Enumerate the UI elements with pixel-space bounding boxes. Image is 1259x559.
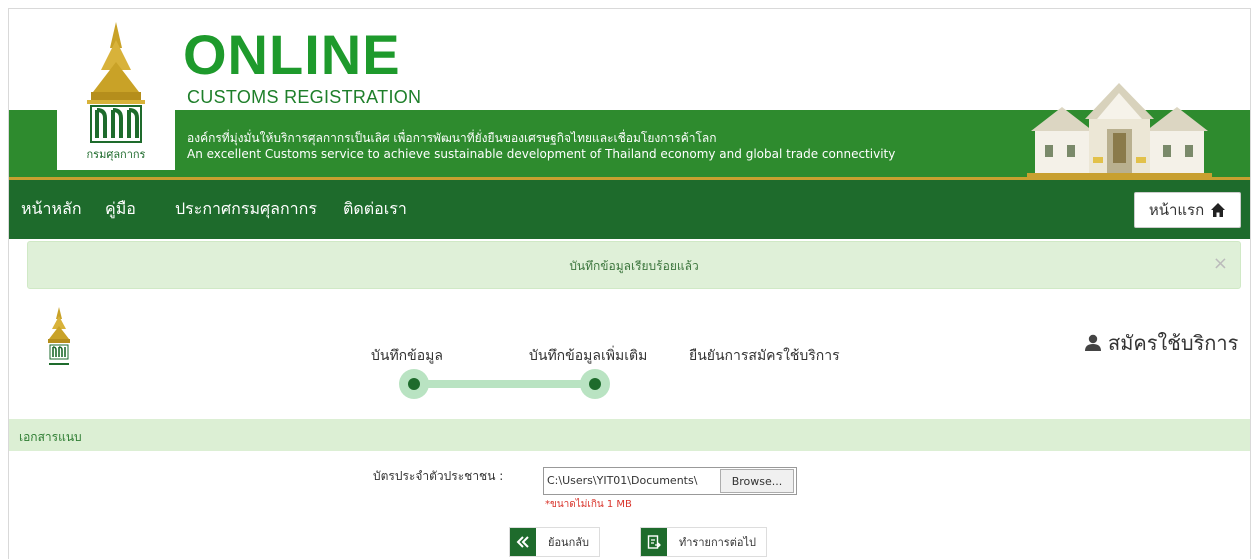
file-path-value: C:\Users\YIT01\Documents\ [547,474,698,487]
home-icon [1211,203,1226,217]
user-icon [1085,334,1101,351]
register-title: สมัครใช้บริการ [1084,327,1238,359]
step-dot-1 [399,369,429,399]
logo-caption: กรมศุลกากร [87,148,146,161]
customs-small-logo [43,307,75,369]
browse-button[interactable]: Browse... [720,469,794,493]
brand-subtitle: CUSTOMS REGISTRATION [187,87,422,107]
success-alert: บันทึกข้อมูลเรียบร้อยแล้ว × [27,241,1241,289]
nav-home[interactable]: หน้าหลัก [21,197,82,222]
next-label: ทำรายการต่อไป [679,536,756,549]
first-page-label: หน้าแรก [1148,201,1205,219]
step-save-data: บันทึกข้อมูล [371,348,443,364]
alert-message: บันทึกข้อมูลเรียบร้อยแล้ว [569,259,699,273]
id-card-label: บัตรประจำตัวประชาชน : [373,469,504,483]
back-button[interactable]: ย้อนกลับ [509,527,600,557]
nav-announcements[interactable]: ประกาศกรมศุลกากร [175,197,317,222]
step-progress-track [415,380,601,388]
step-dot-2 [580,369,610,399]
register-title-text: สมัครใช้บริการ [1108,331,1239,355]
customs-building-image [1027,77,1212,177]
id-card-file-input[interactable]: C:\Users\YIT01\Documents\ Browse... [543,467,797,495]
first-page-button[interactable]: หน้าแรก [1134,192,1241,228]
main-navbar: หน้าหลัก คู่มือ ประกาศกรมศุลกากร ติดต่อเ… [9,177,1250,239]
back-label: ย้อนกลับ [548,536,589,549]
page-frame: กรมศุลกากร ONLINE CUSTOMS REGISTRATION อ… [8,8,1251,559]
tagline-thai: องค์กรที่มุ่งมั่นให้บริการศุลกากรเป็นเลิ… [187,131,717,145]
nav-contact[interactable]: ติดต่อเรา [343,197,407,222]
attachments-section-header: เอกสารแนบ [9,419,1250,451]
file-size-note: *ขนาดไม่เกิน 1 MB [545,499,632,510]
step-save-more-data: บันทึกข้อมูลเพิ่มเติม [529,348,648,364]
double-chevron-left-icon [510,528,536,556]
site-header: กรมศุลกากร ONLINE CUSTOMS REGISTRATION อ… [9,9,1250,177]
nav-manual[interactable]: คู่มือ [105,197,136,222]
close-icon[interactable]: × [1213,254,1228,274]
customs-logo: กรมศุลกากร [57,18,175,170]
step-confirm: ยืนยันการสมัครใช้บริการ [689,348,840,364]
tagline-english: An excellent Customs service to achieve … [187,147,896,161]
next-button[interactable]: ทำรายการต่อไป [640,527,767,557]
attachments-title: เอกสารแนบ [19,430,82,444]
document-arrow-icon [641,528,667,556]
brand-title: ONLINE [183,23,401,86]
